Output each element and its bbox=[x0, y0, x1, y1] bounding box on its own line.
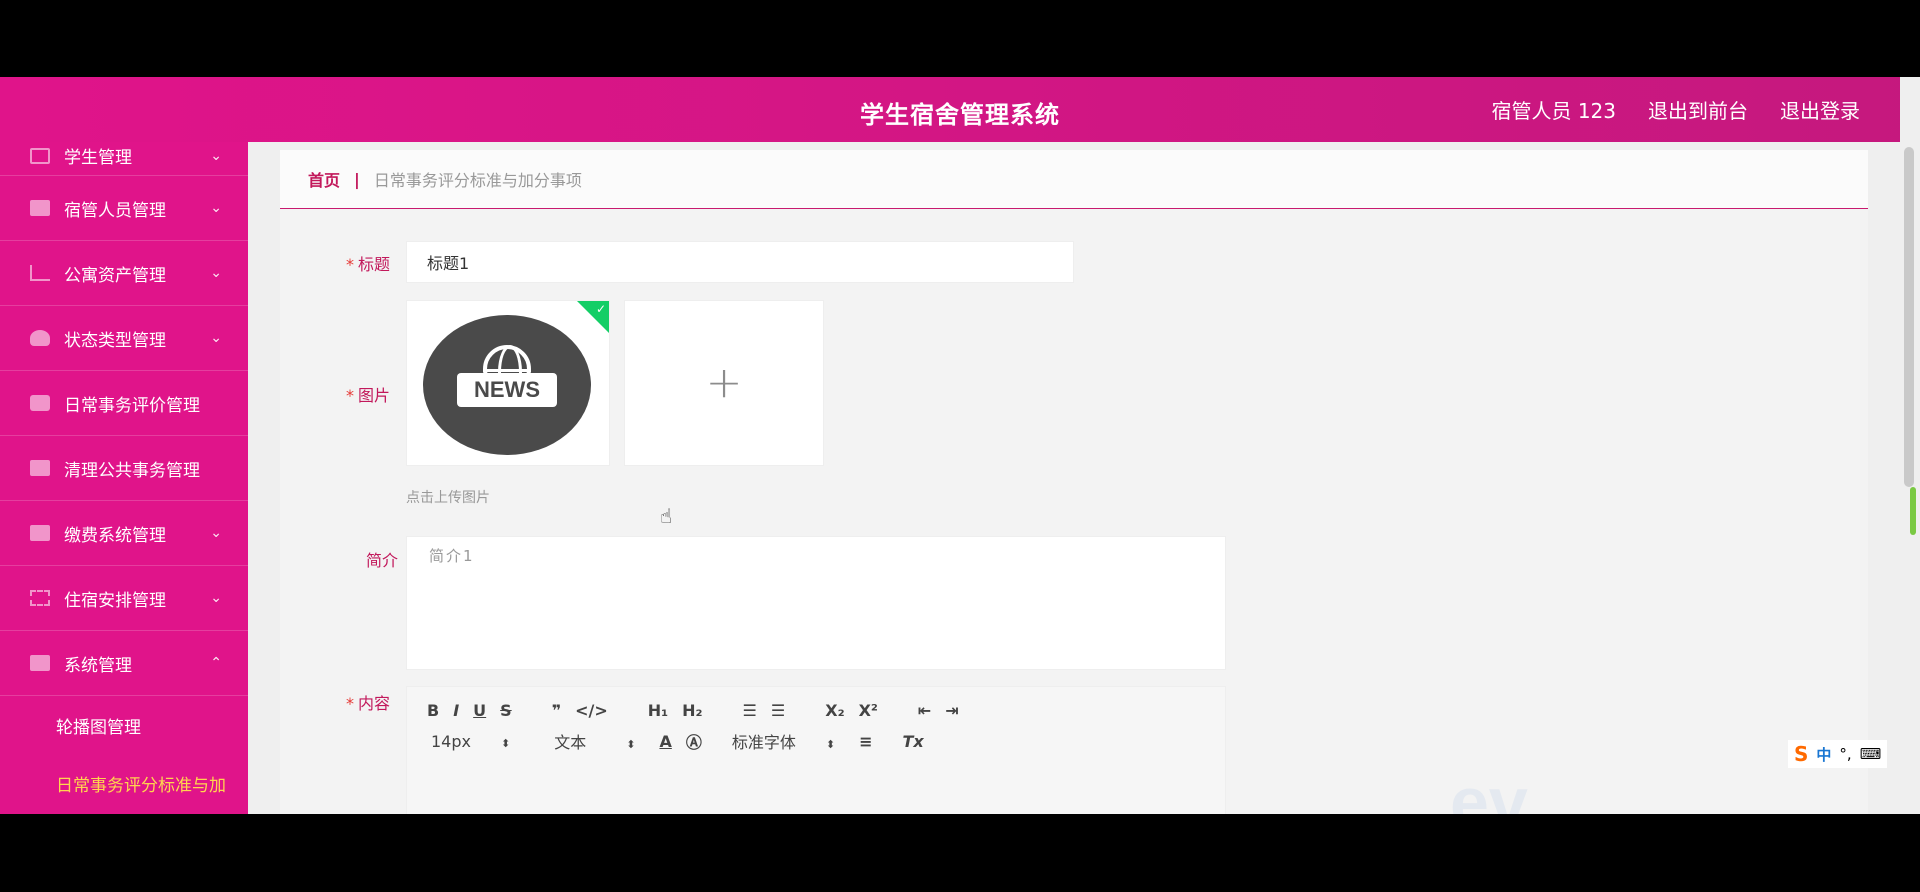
editor-toolbar-row1: B I U S ❞ </> H₁ H₂ ☰ ☰ X₂ X² ⇤ ⇥ bbox=[427, 701, 973, 720]
code-button[interactable]: </> bbox=[575, 701, 608, 720]
plus-icon: + bbox=[705, 357, 743, 409]
chevron-down-icon: ⌄ bbox=[210, 200, 222, 216]
underline-button[interactable]: U bbox=[473, 701, 486, 720]
top-header: 学生宿舍管理系统 宿管人员 123 退出到前台 退出登录 bbox=[0, 77, 1920, 142]
sidebar-item-accommodation[interactable]: 住宿安排管理 ⌄ bbox=[0, 566, 248, 631]
ime-punct[interactable]: °, bbox=[1839, 745, 1851, 763]
header-select[interactable]: 文本 ⬍ bbox=[554, 729, 635, 753]
sidebar-item-student[interactable]: 学生管理 ⌄ bbox=[0, 142, 248, 176]
sidebar-item-dorm-staff[interactable]: 宿管人员管理 ⌄ bbox=[0, 176, 248, 241]
sidebar-item-label: 日常事务评价管理 bbox=[64, 395, 200, 416]
ev-watermark: ev bbox=[1450, 763, 1528, 814]
sidebar-item-status-types[interactable]: 状态类型管理 ⌄ bbox=[0, 306, 248, 371]
font-color-icon[interactable]: A bbox=[659, 732, 671, 751]
sidebar-item-public-cleaning[interactable]: 清理公共事务管理 bbox=[0, 436, 248, 501]
page-scrollbar[interactable] bbox=[1900, 77, 1920, 814]
list-icon bbox=[30, 460, 50, 476]
background-color-icon[interactable]: Ⓐ bbox=[686, 729, 702, 753]
form-panel: 首页 | 日常事务评分标准与加分事项 * 标题 标题1 * 图片 NEWS ✓ + bbox=[280, 150, 1868, 814]
sidebar-item-label: 清理公共事务管理 bbox=[64, 460, 200, 481]
sidebar-item-label: 系统管理 bbox=[64, 655, 132, 676]
title-input[interactable]: 标题1 bbox=[406, 241, 1074, 283]
chevron-down-icon: ⌄ bbox=[210, 147, 222, 164]
settings-icon bbox=[30, 655, 50, 671]
student-icon bbox=[30, 147, 50, 164]
heart-icon bbox=[30, 330, 50, 346]
breadcrumb-home[interactable]: 首页 bbox=[308, 167, 340, 191]
news-badge: NEWS bbox=[457, 373, 557, 407]
editor-toolbar-row2: 14px ⬍ 文本 ⬍ A Ⓐ 标准字体 ⬍ ≡ Tx bbox=[431, 729, 938, 753]
chevron-down-icon: ⌄ bbox=[210, 590, 222, 606]
quote-button[interactable]: ❞ bbox=[552, 701, 561, 720]
hand-cursor-icon: ☝ bbox=[660, 504, 673, 528]
outdent-button[interactable]: ⇤ bbox=[918, 701, 931, 720]
superscript-button[interactable]: X² bbox=[859, 701, 878, 720]
sidebar-item-label: 学生管理 bbox=[64, 148, 132, 168]
sidebar-subitem-daily-standard[interactable]: 日常事务评分标准与加 bbox=[0, 754, 248, 812]
intro-label: 简介 bbox=[365, 551, 398, 570]
upload-button[interactable]: + bbox=[624, 300, 824, 466]
scrollbar-thumb[interactable] bbox=[1904, 147, 1914, 487]
exit-to-frontend-link[interactable]: 退出到前台 bbox=[1648, 95, 1748, 124]
font-family-select[interactable]: 标准字体 ⬍ bbox=[732, 729, 835, 753]
sidebar-item-label: 缴费系统管理 bbox=[64, 525, 166, 546]
font-size-select[interactable]: 14px ⬍ bbox=[431, 732, 510, 751]
title-label: * 标题 bbox=[345, 255, 390, 274]
clear-format-button[interactable]: Tx bbox=[902, 732, 923, 751]
sidebar-item-daily-evaluation[interactable]: 日常事务评价管理 bbox=[0, 371, 248, 436]
breadcrumb: 首页 | 日常事务评分标准与加分事项 bbox=[280, 150, 1868, 209]
bold-button[interactable]: B bbox=[427, 701, 439, 720]
main-content: 首页 | 日常事务评分标准与加分事项 * 标题 标题1 * 图片 NEWS ✓ + bbox=[248, 142, 1920, 814]
sogou-logo-icon: S bbox=[1794, 742, 1809, 766]
breadcrumb-separator: | bbox=[354, 169, 360, 189]
indent-button[interactable]: ⇥ bbox=[945, 701, 958, 720]
ime-mode[interactable]: 中 bbox=[1816, 744, 1831, 765]
intro-textarea[interactable]: 简介1 bbox=[406, 536, 1226, 670]
subscript-button[interactable]: X₂ bbox=[825, 701, 844, 720]
ime-toolbar[interactable]: S 中 °, ⌨ bbox=[1788, 740, 1888, 768]
current-user[interactable]: 宿管人员 123 bbox=[1491, 95, 1616, 124]
sidebar-item-label: 公寓资产管理 bbox=[64, 265, 166, 286]
align-icon[interactable]: ≡ bbox=[859, 732, 872, 751]
italic-button[interactable]: I bbox=[453, 701, 459, 720]
select-arrow-icon: ⬍ bbox=[500, 736, 511, 750]
content-label: * 内容 bbox=[345, 694, 390, 713]
sidebar-item-label: 状态类型管理 bbox=[64, 330, 166, 351]
chevron-up-icon: ⌃ bbox=[210, 655, 222, 671]
sidebar-item-payment[interactable]: 缴费系统管理 ⌄ bbox=[0, 501, 248, 566]
sidebar-item-apartment-assets[interactable]: 公寓资产管理 ⌄ bbox=[0, 241, 248, 306]
check-icon: ✓ bbox=[595, 302, 606, 316]
calendar-icon bbox=[30, 525, 50, 541]
select-arrow-icon: ⬍ bbox=[825, 738, 836, 751]
scroll-indicator bbox=[1910, 487, 1916, 535]
bullet-list-button[interactable]: ☰ bbox=[771, 701, 785, 720]
image-label: * 图片 bbox=[345, 386, 390, 405]
logout-link[interactable]: 退出登录 bbox=[1780, 95, 1860, 124]
uploaded-image[interactable]: NEWS ✓ bbox=[406, 300, 610, 466]
news-image: NEWS bbox=[423, 315, 591, 455]
keyboard-icon[interactable]: ⌨ bbox=[1860, 745, 1882, 763]
chart-icon bbox=[30, 265, 50, 281]
ordered-list-button[interactable]: ☰ bbox=[743, 701, 757, 720]
sidebar: 学生管理 ⌄ 宿管人员管理 ⌄ 公寓资产管理 ⌄ 状态类型管理 ⌄ 日常事务评价… bbox=[0, 142, 248, 814]
sidebar-subitem-carousel[interactable]: 轮播图管理 bbox=[0, 696, 248, 754]
chevron-down-icon: ⌄ bbox=[210, 525, 222, 541]
select-arrow-icon: ⬍ bbox=[626, 738, 636, 751]
monitor-icon bbox=[30, 200, 50, 216]
h2-button[interactable]: H₂ bbox=[682, 701, 702, 720]
strike-button[interactable]: S bbox=[500, 701, 512, 720]
chevron-down-icon: ⌄ bbox=[210, 265, 222, 281]
sidebar-item-label: 宿管人员管理 bbox=[64, 200, 166, 221]
app-window: 学生宿舍管理系统 宿管人员 123 退出到前台 退出登录 学生管理 ⌄ 宿管人员… bbox=[0, 77, 1920, 814]
sidebar-item-system[interactable]: 系统管理 ⌃ bbox=[0, 631, 248, 696]
document-icon bbox=[30, 395, 50, 411]
sidebar-item-label: 住宿安排管理 bbox=[64, 590, 166, 611]
upload-hint: 点击上传图片 bbox=[406, 490, 490, 506]
grid-icon bbox=[30, 590, 50, 606]
rich-text-editor: B I U S ❞ </> H₁ H₂ ☰ ☰ X₂ X² ⇤ ⇥ 14px⬍ bbox=[406, 686, 1226, 814]
breadcrumb-current: 日常事务评分标准与加分事项 bbox=[373, 171, 582, 190]
header-actions: 宿管人员 123 退出到前台 退出登录 bbox=[1491, 95, 1860, 124]
h1-button[interactable]: H₁ bbox=[648, 701, 668, 720]
chevron-down-icon: ⌄ bbox=[210, 330, 222, 346]
